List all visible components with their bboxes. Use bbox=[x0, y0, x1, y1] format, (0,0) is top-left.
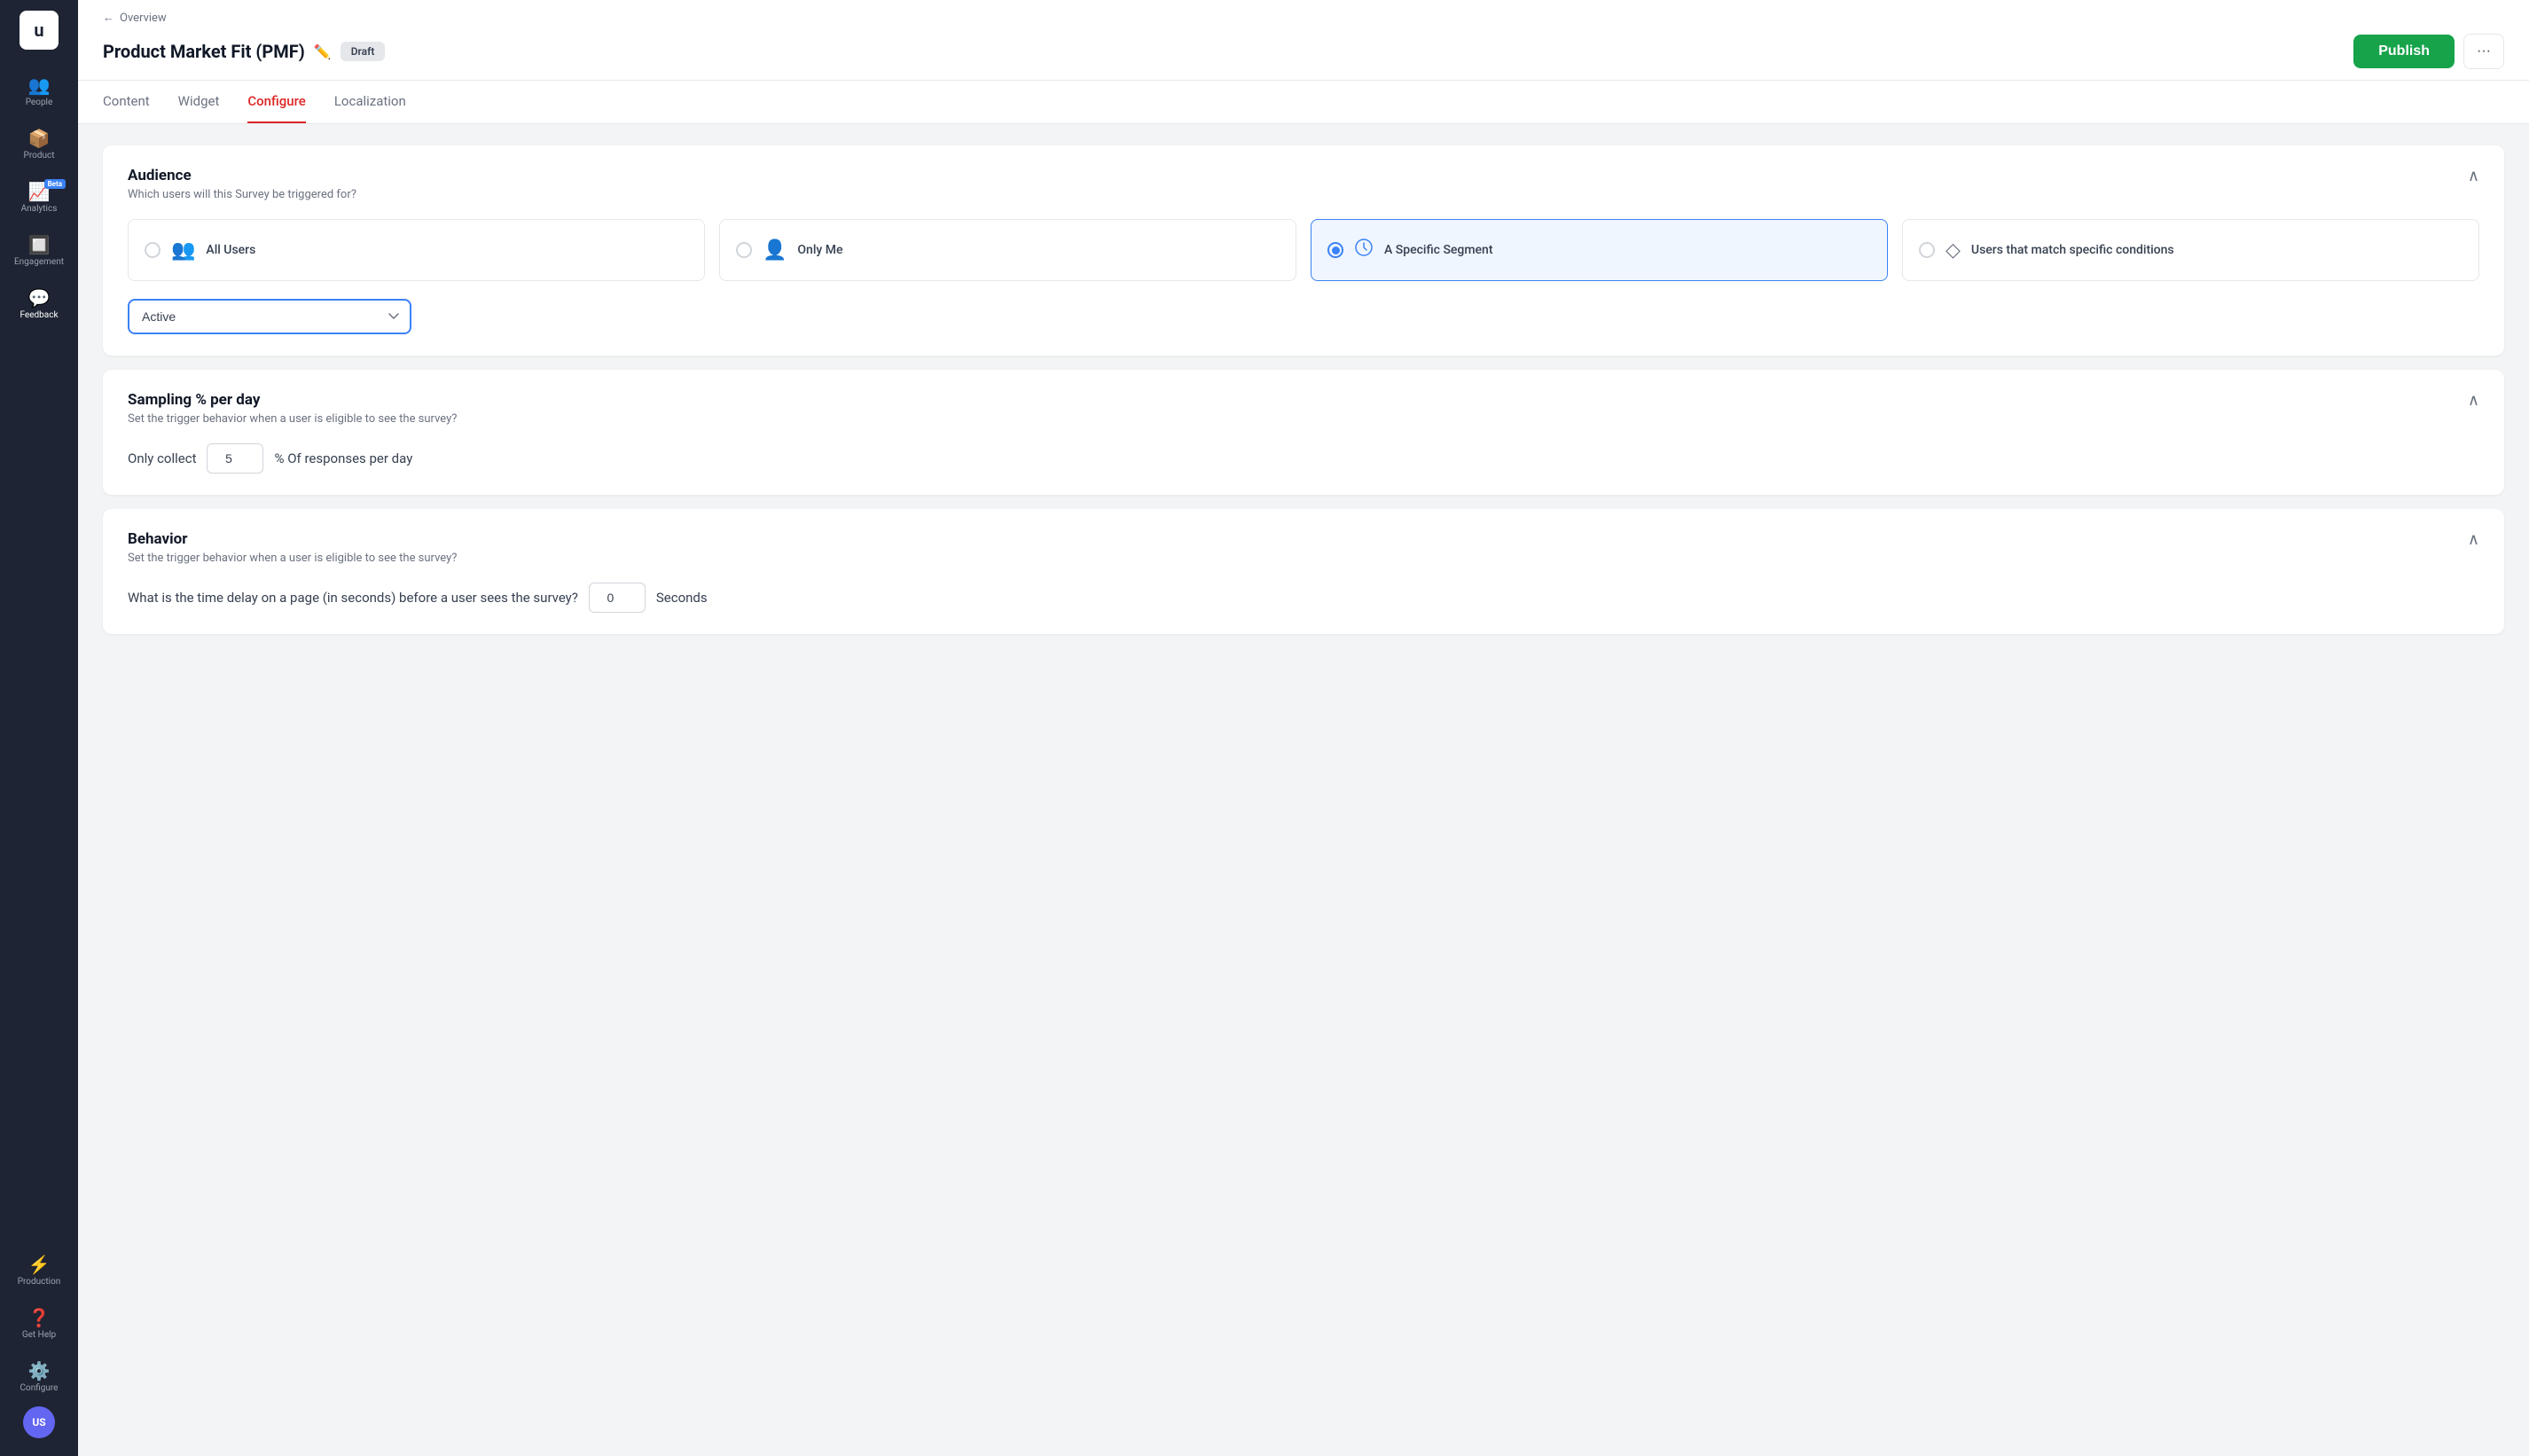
sidebar-item-label: Get Help bbox=[22, 1330, 56, 1341]
sidebar-item-product[interactable]: 📦 Product bbox=[0, 121, 78, 170]
specific-segment-radio[interactable] bbox=[1327, 242, 1343, 258]
match-conditions-icon: ◇ bbox=[1946, 239, 1961, 262]
avatar[interactable]: US bbox=[23, 1406, 55, 1438]
match-conditions-radio[interactable] bbox=[1919, 242, 1935, 258]
behavior-section: Behavior Set the trigger behavior when a… bbox=[103, 509, 2504, 634]
time-delay-label: What is the time delay on a page (in sec… bbox=[128, 590, 578, 606]
sidebar-item-engagement[interactable]: 🔲 Engagement bbox=[0, 227, 78, 277]
sidebar-item-analytics[interactable]: 📈 Analytics Beta bbox=[0, 174, 78, 223]
header-actions: Publish ··· bbox=[2353, 34, 2504, 69]
more-options-button[interactable]: ··· bbox=[2463, 34, 2504, 69]
only-me-icon: 👤 bbox=[763, 239, 787, 262]
behavior-body: What is the time delay on a page (in sec… bbox=[103, 583, 2504, 634]
sampling-header-text: Sampling % per day Set the trigger behav… bbox=[128, 391, 457, 426]
back-link-label: Overview bbox=[120, 12, 167, 25]
people-icon: 👥 bbox=[28, 76, 51, 94]
sidebar-item-production[interactable]: ⚡ Production bbox=[0, 1247, 78, 1296]
audience-section: Audience Which users will this Survey be… bbox=[103, 145, 2504, 356]
all-users-label: All Users bbox=[206, 243, 255, 257]
all-users-radio[interactable] bbox=[145, 242, 161, 258]
time-delay-input[interactable] bbox=[589, 583, 646, 613]
status-badge: Draft bbox=[341, 42, 386, 61]
configure-icon: ⚙️ bbox=[28, 1362, 51, 1380]
seconds-label: Seconds bbox=[656, 590, 708, 606]
page-title: Product Market Fit (PMF) bbox=[103, 41, 305, 62]
back-arrow-icon: ← bbox=[103, 11, 114, 25]
tab-configure[interactable]: Configure bbox=[247, 81, 305, 123]
behavior-collapse-button[interactable]: ∧ bbox=[2468, 530, 2479, 549]
audience-header-text: Audience Which users will this Survey be… bbox=[128, 167, 356, 201]
behavior-title: Behavior bbox=[128, 530, 457, 548]
app-logo[interactable]: u bbox=[20, 11, 59, 50]
match-conditions-label: Users that match specific conditions bbox=[1971, 243, 2174, 257]
product-icon: 📦 bbox=[28, 129, 51, 147]
tabs-bar: Content Widget Configure Localization bbox=[78, 81, 2529, 124]
feedback-icon: 💬 bbox=[28, 289, 51, 307]
sampling-section-header: Sampling % per day Set the trigger behav… bbox=[103, 370, 2504, 443]
sidebar-item-label: Product bbox=[24, 151, 55, 161]
audience-option-specific-segment[interactable]: A Specific Segment bbox=[1311, 219, 1888, 281]
sidebar-item-label: Configure bbox=[20, 1383, 58, 1394]
sidebar-item-people[interactable]: 👥 People bbox=[0, 67, 78, 117]
sampling-section: Sampling % per day Set the trigger behav… bbox=[103, 370, 2504, 495]
sidebar-nav: 👥 People 📦 Product 📈 Analytics Beta 🔲 En… bbox=[0, 67, 78, 1247]
sidebar-bottom: ⚡ Production ❓ Get Help ⚙️ Configure US bbox=[0, 1247, 78, 1445]
production-icon: ⚡ bbox=[28, 1256, 51, 1273]
sampling-subtitle: Set the trigger behavior when a user is … bbox=[128, 412, 457, 426]
sampling-title: Sampling % per day bbox=[128, 391, 457, 409]
behavior-subtitle: Set the trigger behavior when a user is … bbox=[128, 552, 457, 565]
behavior-row: What is the time delay on a page (in sec… bbox=[128, 583, 2479, 613]
header-title: Product Market Fit (PMF) ✏️ Draft bbox=[103, 41, 385, 62]
back-link[interactable]: ← Overview bbox=[103, 11, 2504, 25]
sampling-body: Only collect % Of responses per day bbox=[103, 443, 2504, 495]
only-collect-label: Only collect bbox=[128, 450, 196, 466]
audience-section-header: Audience Which users will this Survey be… bbox=[103, 145, 2504, 219]
audience-option-only-me[interactable]: 👤 Only Me bbox=[719, 219, 1296, 281]
segment-dropdown[interactable]: Active Inactive New Users Power Users bbox=[128, 299, 411, 334]
page-header: ← Overview Product Market Fit (PMF) ✏️ D… bbox=[78, 0, 2529, 81]
sidebar-item-label: People bbox=[26, 98, 53, 108]
sidebar-item-configure[interactable]: ⚙️ Configure bbox=[0, 1353, 78, 1403]
all-users-icon: 👥 bbox=[171, 239, 195, 262]
audience-option-all-users[interactable]: 👥 All Users bbox=[128, 219, 705, 281]
audience-collapse-button[interactable]: ∧ bbox=[2468, 167, 2479, 185]
tab-widget[interactable]: Widget bbox=[178, 81, 220, 123]
header-row: Product Market Fit (PMF) ✏️ Draft Publis… bbox=[103, 34, 2504, 69]
audience-title: Audience bbox=[128, 167, 356, 184]
sampling-suffix-label: % Of responses per day bbox=[274, 450, 412, 466]
specific-segment-label: A Specific Segment bbox=[1384, 243, 1493, 257]
sampling-collapse-button[interactable]: ∧ bbox=[2468, 391, 2479, 410]
publish-button[interactable]: Publish bbox=[2353, 35, 2455, 68]
sidebar-item-label: Analytics bbox=[21, 204, 58, 215]
sidebar-item-get-help[interactable]: ❓ Get Help bbox=[0, 1300, 78, 1350]
tab-content[interactable]: Content bbox=[103, 81, 150, 123]
content-area: Audience Which users will this Survey be… bbox=[78, 124, 2529, 1456]
sidebar-item-label: Production bbox=[18, 1277, 61, 1288]
edit-icon[interactable]: ✏️ bbox=[314, 43, 332, 60]
audience-option-match-conditions[interactable]: ◇ Users that match specific conditions bbox=[1902, 219, 2479, 281]
main-content: ← Overview Product Market Fit (PMF) ✏️ D… bbox=[78, 0, 2529, 1456]
sampling-value-input[interactable] bbox=[207, 443, 263, 474]
sidebar: u 👥 People 📦 Product 📈 Analytics Beta 🔲 … bbox=[0, 0, 78, 1456]
only-me-label: Only Me bbox=[797, 243, 842, 257]
audience-body: 👥 All Users 👤 Only Me bbox=[103, 219, 2504, 356]
specific-segment-icon bbox=[1354, 238, 1374, 262]
audience-subtitle: Which users will this Survey be triggere… bbox=[128, 188, 356, 201]
audience-options: 👥 All Users 👤 Only Me bbox=[128, 219, 2479, 281]
tab-localization[interactable]: Localization bbox=[334, 81, 406, 123]
sidebar-item-feedback[interactable]: 💬 Feedback bbox=[0, 280, 78, 330]
sidebar-item-label: Engagement bbox=[14, 257, 64, 268]
help-icon: ❓ bbox=[28, 1309, 51, 1327]
engagement-icon: 🔲 bbox=[28, 236, 51, 254]
behavior-section-header: Behavior Set the trigger behavior when a… bbox=[103, 509, 2504, 583]
sampling-row: Only collect % Of responses per day bbox=[128, 443, 2479, 474]
beta-badge: Beta bbox=[44, 179, 66, 189]
sidebar-item-label: Feedback bbox=[20, 310, 58, 321]
only-me-radio[interactable] bbox=[736, 242, 752, 258]
behavior-header-text: Behavior Set the trigger behavior when a… bbox=[128, 530, 457, 565]
